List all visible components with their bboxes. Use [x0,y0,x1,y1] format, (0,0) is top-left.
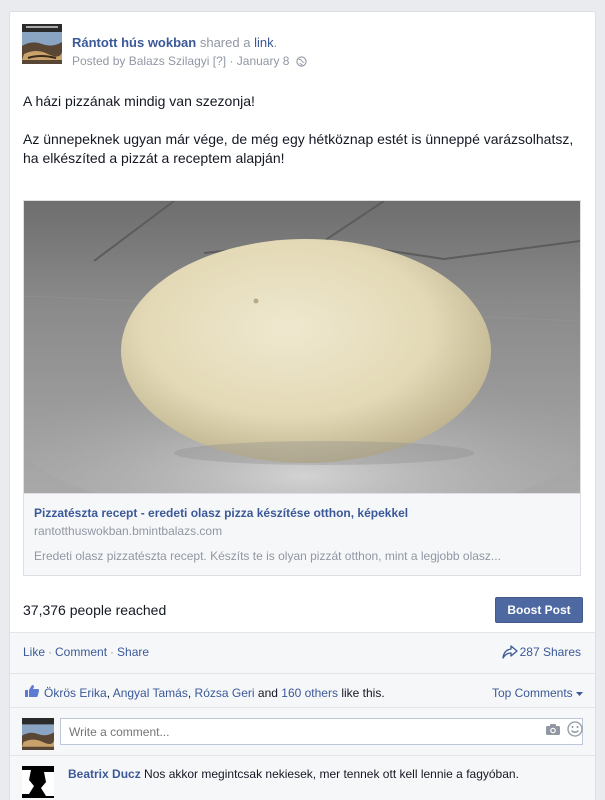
post-header: Rántott hús wokban shared a link. Posted… [22,24,583,72]
composer-avatar [22,718,54,750]
page-name-link[interactable]: Rántott hús wokban [72,35,196,50]
thumbs-up-icon [25,685,39,697]
date-separator: · [229,54,234,68]
message-paragraph-1: A házi pizzának mindig van szezonja! [23,93,255,109]
action-separator: · [48,645,53,659]
share-action[interactable]: Share [117,645,149,659]
globe-icon[interactable] [296,56,307,67]
reach-row: 37,376 people reached Boost Post [10,590,595,633]
liker-name[interactable]: Angyal Tamás [113,686,188,700]
share-arrow-icon [501,645,518,659]
likes-and: and [254,686,282,700]
comment-composer [10,707,595,755]
link-preview-title[interactable]: Pizzatészta recept - eredeti olasz pizza… [34,506,408,520]
shares-count: 287 Shares [519,645,581,659]
posted-by-help[interactable]: [?] [213,54,226,68]
link-preview-image[interactable] [24,201,580,493]
post-message: A házi pizzának mindig van szezonja! Az … [23,92,581,187]
post-footer: Like · Comment · Share 287 Shares Ökrös Erik… [10,633,595,800]
link-preview-description: Eredeti olasz pizzatészta recept. Készít… [34,549,501,563]
post-meta: Posted by Balazs Szilagyi [?] · January … [72,54,307,68]
liker-name[interactable]: Rózsa Geri [195,686,255,700]
pizza-dough-image [24,201,580,493]
post-actions: Like · Comment · Share [23,645,149,659]
page-avatar-image [22,24,62,64]
liker-name[interactable]: Ökrös Erika [44,686,107,700]
link-preview-card[interactable]: Pizzatészta recept - eredeti olasz pizza… [23,200,581,576]
boost-post-button[interactable]: Boost Post [495,597,583,623]
top-comments-dropdown[interactable]: Top Comments [492,686,583,700]
likes-tail: like this. [337,686,385,700]
likes-summary: Ökrös Erika, Angyal Tamás, Rózsa Geri an… [44,686,385,700]
post-date[interactable]: January 8 [237,54,290,68]
likes-row: Ökrös Erika, Angyal Tamás, Rózsa Geri an… [10,673,595,707]
likes-others-link[interactable]: 160 others [281,686,338,700]
comment-action[interactable]: Comment [55,645,107,659]
shares-count-link[interactable]: 287 Shares [501,645,581,659]
comment-text: Nos akkor megintcsak nekiesek, mer tenne… [140,767,519,781]
comment-body: Beatrix Ducz Nos akkor megintcsak nekies… [68,766,528,782]
top-comments-label: Top Comments [491,686,573,700]
comment-input[interactable] [60,718,583,745]
shared-link-word[interactable]: link [254,35,274,50]
byline-period: . [273,35,278,50]
action-separator: · [110,645,115,659]
post-card: Rántott hús wokban shared a link. Posted… [9,11,596,800]
link-preview-domain: rantotthuswokban.bmintbalazs.com [34,524,223,538]
message-paragraph-2: Az ünnepeknek ugyan már vége, de még egy… [23,131,574,166]
people-reached[interactable]: 37,376 people reached [23,602,166,618]
chevron-down-icon [576,692,583,696]
likes-separator: , [187,686,195,700]
shared-text: shared a [199,35,251,50]
camera-icon[interactable] [545,723,561,736]
comment-author[interactable]: Beatrix Ducz [68,767,141,781]
post-byline: Rántott hús wokban shared a link. [72,35,277,50]
page-avatar[interactable] [22,24,62,64]
link-preview-text[interactable]: Pizzatészta recept - eredeti olasz pizza… [24,493,580,575]
comment-item: Beatrix Ducz Nos akkor megintcsak nekies… [10,755,595,800]
emoji-icon[interactable] [567,721,583,737]
posted-by-text: Posted by Balazs Szilagyi [72,54,210,68]
commenter-avatar-image [22,766,54,798]
composer-avatar-image [22,718,54,750]
like-action[interactable]: Like [23,645,45,659]
commenter-avatar[interactable] [22,766,54,798]
